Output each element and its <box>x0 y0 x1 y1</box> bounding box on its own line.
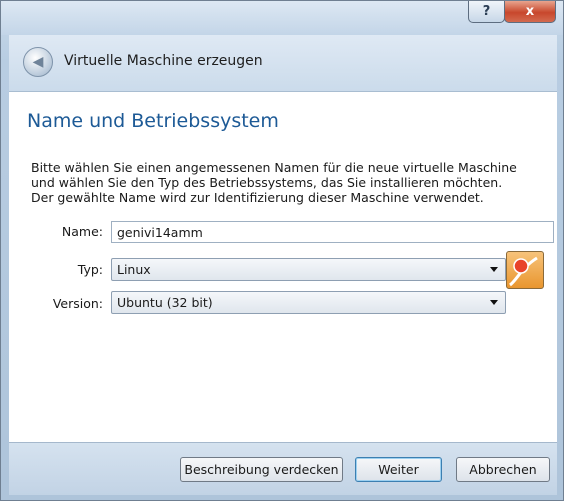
version-label: Version: <box>52 296 103 311</box>
hide-description-button[interactable]: Beschreibung verdecken <box>180 457 343 482</box>
page-title: Name und Betriebssystem <box>27 110 279 132</box>
button-bar: Beschreibung verdecken Weiter Abbrechen <box>9 442 557 495</box>
next-button[interactable]: Weiter <box>355 457 442 482</box>
wizard-header: ◀ Virtuelle Maschine erzeugen <box>9 35 557 92</box>
type-select[interactable]: Linux <box>111 258 506 281</box>
linux-os-icon <box>506 251 544 289</box>
name-label: Name: <box>61 224 103 239</box>
chevron-down-icon <box>490 300 498 305</box>
type-select-value: Linux <box>117 262 151 277</box>
name-field[interactable] <box>111 221 554 243</box>
chevron-down-icon <box>490 267 498 272</box>
content-panel: Name und Betriebssystem Bitte wählen Sie… <box>9 92 557 442</box>
back-button[interactable]: ◀ <box>23 47 53 77</box>
close-button[interactable]: x <box>504 1 556 23</box>
description-line: Bitte wählen Sie einen angemessenen Name… <box>31 160 517 175</box>
cancel-button[interactable]: Abbrechen <box>456 457 550 482</box>
help-button[interactable]: ? <box>468 1 505 23</box>
version-select-value: Ubuntu (32 bit) <box>117 295 213 310</box>
version-select[interactable]: Ubuntu (32 bit) <box>111 291 506 314</box>
title-bar: ? x <box>1 1 563 35</box>
wizard-window: ? x ◀ Virtuelle Maschine erzeugen Name u… <box>0 0 564 501</box>
description: Bitte wählen Sie einen angemessenen Name… <box>31 160 551 205</box>
type-label: Typ: <box>77 262 103 277</box>
wizard-title: Virtuelle Maschine erzeugen <box>64 53 263 69</box>
back-arrow-icon: ◀ <box>32 54 44 70</box>
description-line: und wählen Sie den Typ des Betriebssyste… <box>31 175 503 190</box>
description-line: Der gewählte Name wird zur Identifizieru… <box>31 190 484 205</box>
